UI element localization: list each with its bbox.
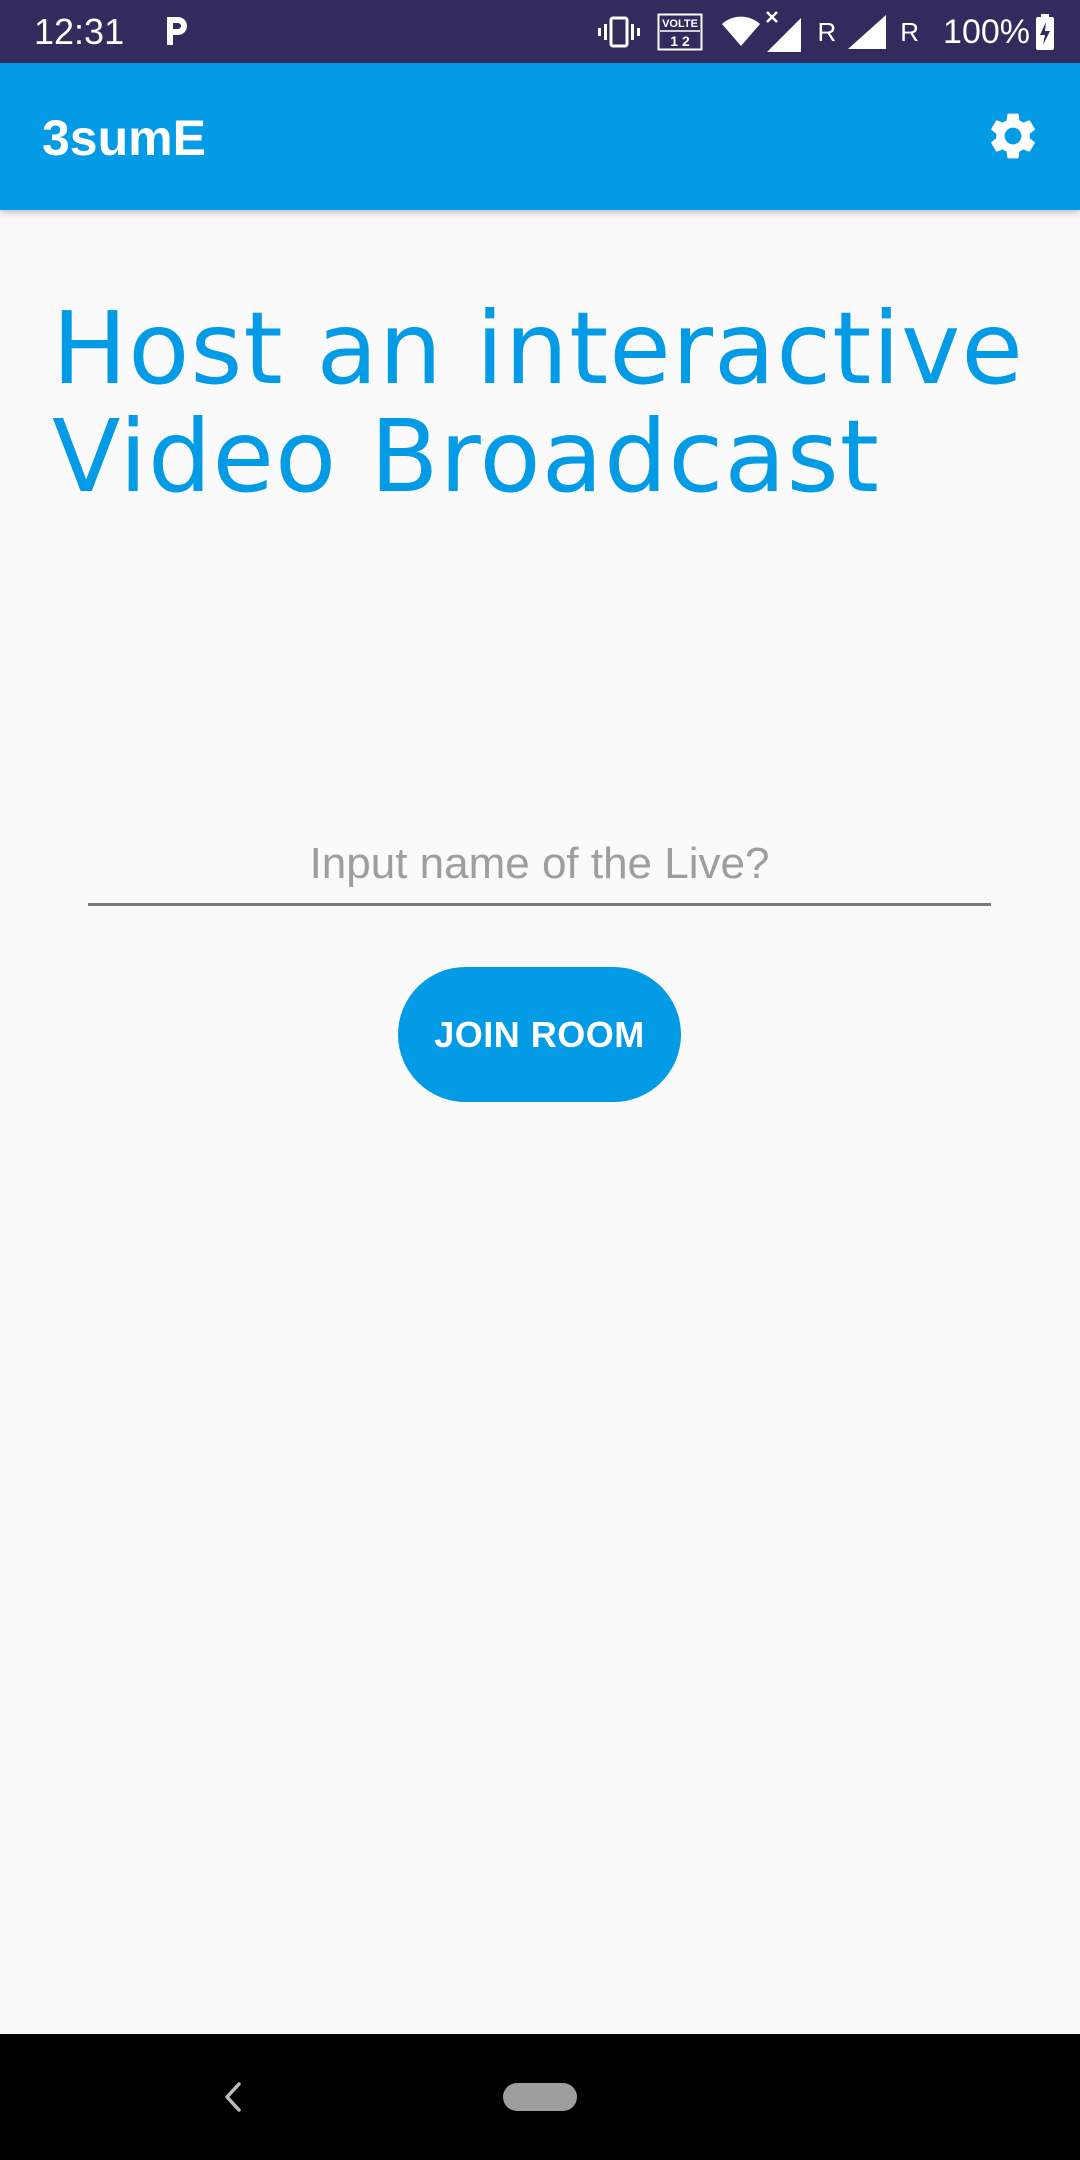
wifi-icon [721,16,761,48]
status-icons: VOLTE 1 2 R R 100% [597,8,1054,56]
navigation-bar [0,2034,1080,2160]
home-pill-icon[interactable] [503,2083,577,2111]
back-button[interactable] [212,2072,254,2122]
app-bar: 3sumE [0,63,1080,210]
settings-button[interactable] [976,99,1050,173]
gear-icon [985,108,1041,164]
headline-line-2: Video Broadcast [52,398,880,515]
signal-icon [846,13,888,51]
live-name-field [88,828,991,906]
headline-line-1: Host an interactive [52,290,1024,407]
chevron-left-icon [222,2081,244,2113]
screen: 12:31 VOLTE 1 2 R R 100% 3sumE Host an i… [0,0,1080,2160]
signal-no-data-icon [763,10,805,54]
roaming-indicator-2: R [900,16,920,47]
status-bar: 12:31 VOLTE 1 2 R R 100% [0,0,1080,63]
svg-text:VOLTE: VOLTE [663,18,699,30]
battery-percent: 100% [943,12,1030,51]
headline: Host an interactive Video Broadcast [52,295,1052,511]
p-letter-icon [162,14,190,48]
app-title: 3sumE [42,110,206,166]
volte-icon: VOLTE 1 2 [657,13,703,51]
roaming-indicator-1: R [817,16,837,47]
join-room-button[interactable]: JOIN ROOM [398,967,681,1102]
vibrate-icon [597,15,641,49]
live-name-input[interactable] [88,828,991,900]
battery-charging-icon [1036,14,1054,50]
status-time: 12:31 [34,11,125,52]
svg-text:1 2: 1 2 [671,33,691,49]
